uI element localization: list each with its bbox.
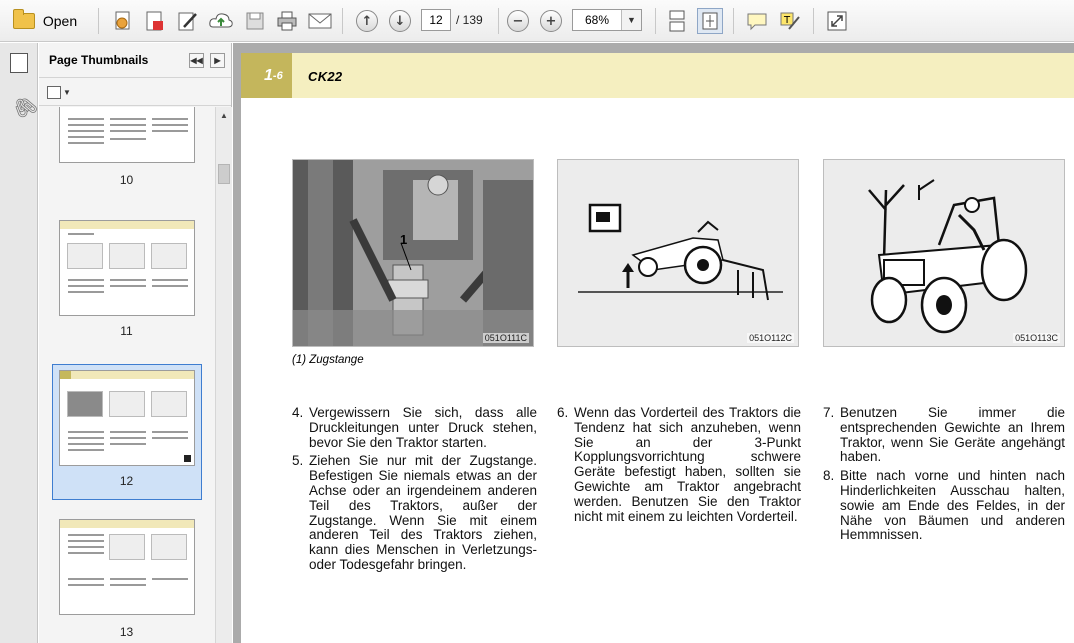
create-pdf-button[interactable]	[110, 8, 136, 34]
list-item: 4. Vergewissern Sie sich, dass alle Druc…	[292, 405, 537, 450]
arrow-down-icon: ↓	[389, 10, 411, 32]
thumbnail-page-13[interactable]	[59, 519, 195, 615]
zoom-select[interactable]: 68% ▼	[572, 9, 642, 31]
previous-page-button[interactable]: ↑	[354, 8, 380, 34]
minus-icon: −	[507, 10, 529, 32]
chevron-down-icon[interactable]: ▼	[621, 10, 641, 30]
expand-panel-icon[interactable]: ▶	[210, 53, 225, 68]
thumbnail-scrollbar[interactable]: ▲	[215, 107, 232, 643]
thumbnail-list: 10 11 12 13	[39, 107, 214, 643]
thumbnail-label: 13	[119, 625, 134, 639]
list-item: 7. Benutzen Sie immer die entsprechenden…	[823, 405, 1065, 465]
folder-icon	[12, 9, 35, 29]
comment-icon	[747, 13, 767, 31]
toolbar: Open ↑ ↓ 12 / 139 − + 68% ▼ T	[0, 0, 1074, 42]
edit-pdf-button[interactable]	[174, 8, 200, 34]
page-header: 1 -6 CK22	[241, 53, 1074, 98]
next-page-button[interactable]: ↓	[387, 8, 413, 34]
figure-code: 051O113C	[1013, 333, 1060, 343]
thumbnail-label: 11	[120, 324, 133, 338]
figure-drawbar: 1 051O111C	[292, 159, 534, 347]
page-header-title: CK22	[308, 69, 343, 84]
save-button[interactable]	[242, 8, 268, 34]
figure-code: 051O111C	[482, 333, 529, 343]
scroll-up-icon[interactable]: ▲	[220, 111, 228, 120]
figure-caption: (1) Zugstange	[292, 354, 364, 366]
toolbar-separator	[655, 8, 656, 34]
save-icon	[246, 12, 264, 30]
open-label: Open	[42, 13, 78, 29]
print-icon	[277, 11, 297, 31]
drawbar-photo	[293, 160, 533, 346]
arrow-up-icon: ↑	[356, 10, 378, 32]
open-button[interactable]: Open	[8, 8, 82, 34]
thumbnail-page-11[interactable]	[59, 220, 195, 316]
list-item: 8. Bitte nach vorne und hinten nach Hind…	[823, 468, 1065, 543]
toolbar-separator	[342, 8, 343, 34]
document-page: 1 -6 CK22 1 051O111C 051O112C 051O113C (…	[241, 53, 1074, 643]
panel-toolbar: ▼	[39, 78, 231, 106]
panel-title: Page Thumbnails	[49, 53, 149, 67]
edit-icon	[178, 12, 197, 31]
panel-header: Page Thumbnails ◀◀ ▶	[39, 43, 231, 78]
toolbar-separator	[733, 8, 734, 34]
collapse-panel-icon[interactable]: ◀◀	[189, 53, 204, 68]
thumbnail-page-12[interactable]	[59, 370, 195, 466]
plus-icon: +	[540, 10, 562, 32]
page-thumbnails-icon[interactable]	[10, 49, 30, 73]
svg-text:T: T	[783, 15, 791, 26]
attachment-icon[interactable]: 🖇	[7, 90, 42, 124]
expand-button[interactable]	[824, 8, 850, 34]
section-tag: 1 -6	[241, 53, 292, 98]
highlight-text-icon: T	[780, 12, 800, 30]
scrollbar-thumb[interactable]	[218, 164, 230, 184]
thumbnail-options-button[interactable]: ▼	[47, 84, 71, 100]
text-column-2: 6. Wenn das Vorderteil des Traktors die …	[557, 405, 801, 528]
page-number-input[interactable]: 12	[421, 9, 451, 31]
figure-trees: 051O113C	[823, 159, 1065, 347]
expand-icon	[827, 11, 847, 31]
list-item: 6. Wenn das Vorderteil des Traktors die …	[557, 405, 801, 524]
email-icon	[308, 13, 332, 29]
zoom-out-button[interactable]: −	[505, 8, 531, 34]
figure-callout: 1	[400, 232, 408, 247]
text-column-3: 7. Benutzen Sie immer die entsprechenden…	[823, 405, 1065, 547]
tractor-trees-illustration	[868, 179, 1028, 334]
list-item: 5. Ziehen Sie nur mit der Zugstange. Bef…	[292, 453, 537, 572]
comment-button[interactable]	[744, 8, 770, 34]
page-total: / 139	[456, 13, 483, 27]
options-icon	[47, 85, 61, 99]
chevron-down-icon: ▼	[63, 87, 71, 97]
thumbnail-label: 10	[119, 173, 134, 187]
create-pdf-icon	[115, 11, 130, 30]
figure-front-lifting: 051O112C	[557, 159, 799, 347]
toolbar-separator	[98, 8, 99, 34]
text-column-1: 4. Vergewissern Sie sich, dass alle Druc…	[292, 405, 537, 577]
thumbnail-label: 12	[119, 474, 134, 488]
toolbar-separator	[498, 8, 499, 34]
highlight-button[interactable]: T	[777, 8, 803, 34]
tractor-lifting-illustration	[578, 203, 783, 301]
zoom-value: 68%	[585, 13, 610, 27]
scroll-pages-icon	[669, 10, 685, 32]
thumbnail-page-10[interactable]	[59, 107, 195, 163]
zoom-in-button[interactable]: +	[538, 8, 564, 34]
figure-code: 051O112C	[747, 333, 794, 343]
toolbar-separator	[813, 8, 814, 34]
print-button[interactable]	[274, 8, 300, 34]
thumbnails-panel: Page Thumbnails ◀◀ ▶ ▼ 10 11 12 13 ▲	[39, 43, 232, 643]
export-pdf-button[interactable]	[142, 8, 168, 34]
cloud-upload-icon	[209, 13, 233, 28]
fit-page-button[interactable]	[697, 8, 723, 34]
fit-page-icon	[702, 12, 718, 30]
navigation-rail: 🖇	[0, 43, 42, 643]
email-button[interactable]	[306, 8, 334, 34]
export-pdf-icon	[146, 11, 163, 31]
document-view[interactable]: 1 -6 CK22 1 051O111C 051O112C 051O113C (…	[233, 43, 1074, 643]
upload-button[interactable]	[206, 8, 236, 34]
scrolling-mode-button[interactable]	[664, 8, 690, 34]
